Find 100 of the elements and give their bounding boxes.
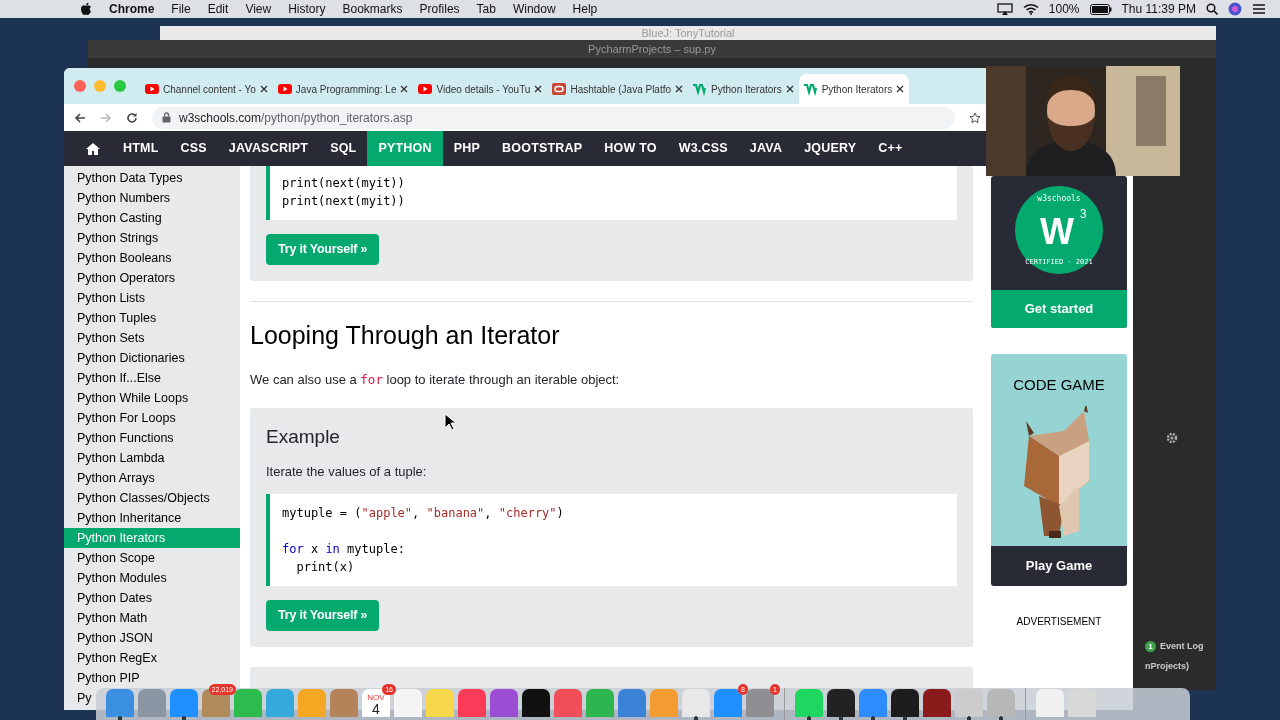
reload-icon[interactable]	[126, 111, 138, 124]
sidebar-link[interactable]: Python Operators	[64, 268, 175, 288]
sidebar-link[interactable]: Python JSON	[64, 628, 153, 648]
ad-title: CODE GAME	[1013, 374, 1105, 395]
menu-item[interactable]: Bookmarks	[342, 0, 403, 18]
nav-link[interactable]: HTML	[112, 131, 170, 166]
close-icon[interactable]	[400, 85, 409, 93]
app-icon[interactable]	[522, 689, 550, 720]
close-icon[interactable]	[785, 85, 794, 93]
youtube-play-icon	[418, 82, 433, 96]
zoom-window-button[interactable]	[114, 80, 126, 92]
browser-tab[interactable]: Channel content - Yo	[140, 74, 273, 104]
nav-link[interactable]: CSS	[169, 131, 218, 166]
sidebar-link[interactable]: Python For Loops	[64, 408, 176, 428]
event-log-link[interactable]: Event Log	[1160, 640, 1204, 654]
nav-link[interactable]: JAVA	[738, 131, 794, 166]
back-arrow-icon[interactable]	[74, 111, 86, 124]
browser-tab[interactable]: Python Iterators	[688, 74, 799, 104]
browser-tab[interactable]: Hashtable (Java Platfo	[547, 74, 689, 104]
sidebar-link[interactable]: Python Booleans	[64, 248, 172, 268]
menu-item[interactable]: File	[171, 0, 191, 18]
app-menu[interactable]: Chrome	[109, 0, 155, 18]
sidebar-link[interactable]: Python Classes/Objects	[64, 488, 210, 508]
window-title: BlueJ: TonyTutorial	[641, 27, 735, 39]
window-title: PycharmProjects – sup.py	[588, 43, 716, 55]
menu-item[interactable]: History	[288, 0, 326, 18]
sidebar-link[interactable]: Python Numbers	[64, 188, 171, 208]
paragraph: We can also use a for loop to iterate through an iterable object:	[250, 370, 621, 389]
oracle-icon	[552, 82, 567, 96]
app-icon[interactable]	[923, 689, 951, 720]
sidebar-link[interactable]: Python RegEx	[64, 648, 157, 668]
sidebar-link[interactable]: Python Lists	[64, 288, 146, 308]
sidebar-link[interactable]: Python While Loops	[64, 388, 189, 408]
forward-arrow-icon[interactable]	[100, 111, 112, 124]
sidebar-link[interactable]: Python Functions	[64, 428, 174, 448]
battery-icon[interactable]	[1089, 3, 1112, 15]
wifi-icon[interactable]	[1022, 3, 1039, 15]
nav-link[interactable]: PHP	[442, 131, 492, 166]
browser-tab[interactable]: Video details - YouTu	[413, 74, 548, 104]
sidebar-link[interactable]: Python Inheritance	[64, 508, 182, 528]
sidebar-link[interactable]: Python Lambda	[64, 448, 165, 468]
clock[interactable]: Thu 11:39 PM	[1121, 0, 1196, 18]
nav-link[interactable]: W3.CSS	[667, 131, 739, 166]
assistant-icon[interactable]	[1228, 2, 1242, 16]
code-block: mytuple = ("apple", "banana", "cherry") for x in mytuple: print(x)	[266, 493, 957, 586]
settings-icon[interactable]	[1166, 432, 1178, 444]
menu-item[interactable]: Profiles	[419, 0, 460, 18]
code-block: print(next(myit)) print(next(myit))	[266, 166, 957, 220]
browser-tab[interactable]: Python Iterators	[798, 74, 910, 104]
close-icon[interactable]	[534, 85, 543, 93]
mouse-pointer-icon	[444, 413, 456, 431]
browser-tab[interactable]: Java Programming: Le	[272, 74, 414, 104]
menu-item[interactable]: Tab	[476, 0, 496, 18]
screen-mirroring-icon[interactable]	[996, 3, 1013, 15]
battery-percentage: 100%	[1048, 1, 1080, 18]
play-game-button[interactable]: Play Game	[991, 546, 1127, 586]
sidebar-link[interactable]: Python Strings	[64, 228, 159, 248]
nav-link[interactable]: SQL	[319, 131, 368, 166]
menu-icon[interactable]	[1252, 3, 1266, 15]
star-icon[interactable]	[969, 111, 981, 124]
menu-item[interactable]: Edit	[207, 0, 229, 18]
example-heading: Example	[266, 425, 341, 449]
menu-item[interactable]: Window	[512, 0, 556, 18]
close-icon[interactable]	[675, 85, 684, 93]
lock-icon	[162, 112, 171, 123]
sidebar-link[interactable]: Python Modules	[64, 568, 167, 588]
sidebar-link[interactable]: Python Data Types	[64, 168, 183, 188]
nav-link[interactable]: C++	[867, 131, 914, 166]
section-heading: Looping Through an Iterator	[250, 319, 561, 350]
nav-link[interactable]: HOW TO	[593, 131, 668, 166]
sidebar-link[interactable]: Python Scope	[64, 548, 155, 568]
menu-item[interactable]: Help	[572, 0, 598, 18]
w3-logo-icon	[803, 82, 818, 96]
example-description: Iterate the values of a tuple:	[266, 463, 428, 482]
sidebar-link[interactable]: Python Tuples	[64, 308, 157, 328]
sidebar-link[interactable]: Python Dictionaries	[64, 348, 185, 368]
address-bar[interactable]: w3schools.com/python/python_iterators.asp	[152, 106, 955, 129]
nav-link[interactable]: BOOTSTRAP	[491, 131, 594, 166]
project-path: nProjects)	[1145, 659, 1190, 673]
nav-link[interactable]: JAVASCRIPT	[217, 131, 320, 166]
sidebar-link[interactable]: Python Casting	[64, 208, 162, 228]
home-icon	[85, 141, 101, 156]
nav-link[interactable]: JQUERY	[793, 131, 868, 166]
apple-icon[interactable]	[80, 2, 92, 16]
sidebar-link[interactable]: Python Sets	[64, 328, 145, 348]
close-window-button[interactable]	[74, 80, 86, 92]
sidebar-link[interactable]: Python PIP	[64, 668, 140, 688]
youtube-play-icon	[277, 82, 292, 96]
sidebar-link[interactable]: Python Math	[64, 608, 148, 628]
app-icon[interactable]	[827, 689, 855, 720]
search-icon[interactable]	[1206, 3, 1218, 15]
sidebar-link[interactable]: Python Arrays	[64, 468, 155, 488]
menu-item[interactable]: View	[245, 0, 272, 18]
minimize-window-button[interactable]	[94, 80, 106, 92]
app-icon[interactable]	[891, 689, 919, 720]
sidebar-link[interactable]: Py	[64, 688, 92, 708]
close-icon[interactable]	[259, 85, 268, 93]
sidebar-link[interactable]: Python If...Else	[64, 368, 162, 388]
sidebar-link[interactable]: Python Dates	[64, 588, 153, 608]
close-icon[interactable]	[896, 85, 905, 93]
